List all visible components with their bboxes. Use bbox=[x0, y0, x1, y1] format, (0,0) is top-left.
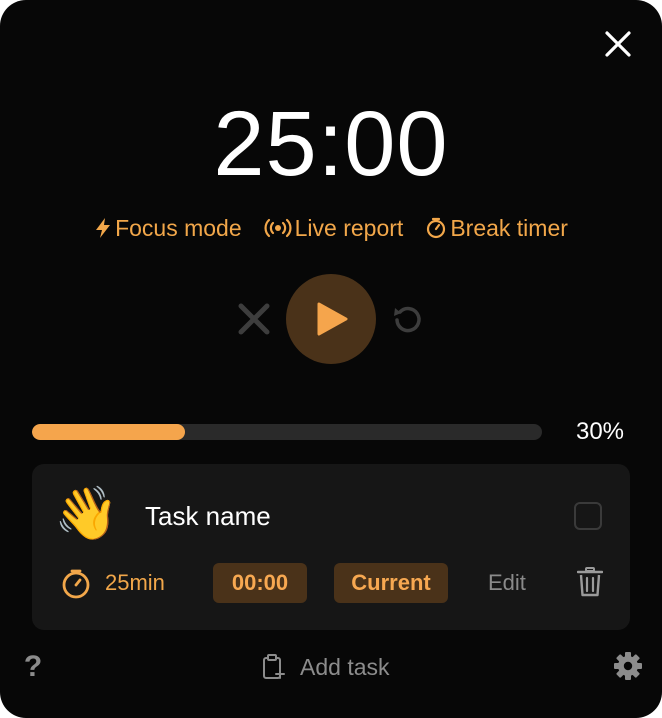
progress-bar bbox=[32, 424, 542, 440]
trash-icon bbox=[577, 567, 603, 597]
broadcast-icon bbox=[264, 218, 292, 238]
timer-panel: 25:00 Focus mode Live report Break timer… bbox=[0, 0, 662, 718]
task-elapsed-badge: 00:00 bbox=[213, 563, 307, 603]
close-icon bbox=[605, 31, 631, 57]
break-timer-label: Break timer bbox=[450, 215, 568, 241]
task-duration: 25min bbox=[105, 570, 165, 595]
task-card[interactable]: 👋 Task name 25min 00:00 Current Edit bbox=[32, 464, 630, 630]
focus-mode-label: Focus mode bbox=[115, 215, 242, 241]
delete-task-button[interactable] bbox=[572, 564, 608, 600]
play-icon bbox=[317, 302, 348, 336]
close-button[interactable] bbox=[600, 26, 636, 62]
clipboard-add-icon bbox=[263, 654, 285, 679]
mode-selector: Focus mode Live report Break timer bbox=[0, 212, 662, 244]
add-task-button[interactable]: Add task bbox=[262, 650, 390, 684]
task-status-badge: Current bbox=[334, 563, 448, 603]
close-icon bbox=[238, 303, 270, 335]
stop-button[interactable] bbox=[234, 299, 274, 339]
add-task-label: Add task bbox=[300, 654, 390, 680]
timer-display: 25:00 bbox=[213, 93, 449, 195]
edit-task-button[interactable]: Edit bbox=[488, 566, 526, 600]
break-timer-button[interactable]: Break timer bbox=[425, 212, 568, 244]
task-emoji: 👋 bbox=[54, 485, 119, 543]
gear-icon bbox=[614, 652, 642, 680]
reset-icon bbox=[394, 306, 421, 333]
task-name: Task name bbox=[145, 501, 271, 531]
play-button[interactable] bbox=[286, 274, 376, 364]
focus-mode-button[interactable]: Focus mode bbox=[94, 212, 242, 244]
lightning-icon bbox=[96, 218, 111, 238]
live-report-label: Live report bbox=[294, 215, 404, 241]
progress-fill bbox=[32, 424, 185, 440]
help-button[interactable]: ? bbox=[16, 649, 50, 685]
stopwatch-icon bbox=[427, 217, 446, 239]
timer-controls bbox=[0, 274, 662, 364]
task-complete-checkbox[interactable] bbox=[574, 502, 602, 530]
stopwatch-icon bbox=[62, 569, 90, 599]
live-report-button[interactable]: Live report bbox=[264, 212, 404, 244]
settings-button[interactable] bbox=[612, 650, 644, 682]
reset-button[interactable] bbox=[388, 300, 428, 340]
progress-percent: 30% bbox=[575, 418, 625, 445]
